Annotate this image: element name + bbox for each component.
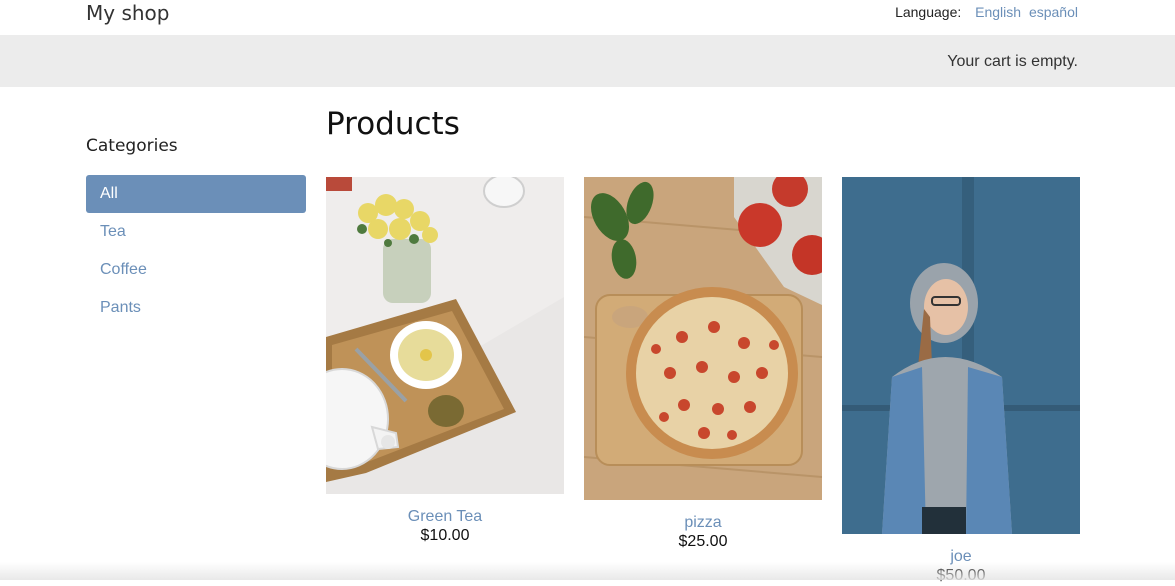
cart-status: Your cart is empty. xyxy=(947,53,1078,70)
sidebar-item-coffee[interactable]: Coffee xyxy=(86,251,306,289)
sidebar-item-all[interactable]: All xyxy=(86,175,306,213)
sidebar-item-tea[interactable]: Tea xyxy=(86,213,306,251)
site-header: My shop Language: English español xyxy=(0,0,1175,35)
person-denim-jacket-photo xyxy=(842,177,1080,534)
cart-bar: Your cart is empty. xyxy=(0,35,1175,87)
product-image-link[interactable] xyxy=(842,177,1080,534)
product-card: Green Tea $10.00 xyxy=(326,177,564,546)
pizza-board-photo xyxy=(584,177,822,500)
language-label: Language: xyxy=(895,4,962,20)
product-price: $10.00 xyxy=(420,527,470,544)
site-title-link[interactable]: My shop xyxy=(86,1,169,25)
sidebar: Categories All Tea Coffee Pants xyxy=(86,136,306,327)
categories-title: Categories xyxy=(86,136,178,156)
product-image-link[interactable] xyxy=(584,177,822,500)
tea-tray-photo xyxy=(326,177,564,494)
product-name-link[interactable]: pizza xyxy=(584,514,822,532)
product-price: $25.00 xyxy=(678,533,728,550)
language-english-link[interactable]: English xyxy=(975,4,1021,20)
bottom-fade xyxy=(0,562,1175,580)
product-card: joe $50.00 xyxy=(842,177,1080,586)
product-card: pizza $25.00 xyxy=(584,177,822,552)
language-switcher: Language: English español xyxy=(895,4,1078,20)
sidebar-item-pants[interactable]: Pants xyxy=(86,289,306,327)
product-image-link[interactable] xyxy=(326,177,564,494)
product-name-link[interactable]: Green Tea xyxy=(326,508,564,526)
page-title: Products xyxy=(326,106,460,142)
language-spanish-link[interactable]: español xyxy=(1029,4,1078,20)
